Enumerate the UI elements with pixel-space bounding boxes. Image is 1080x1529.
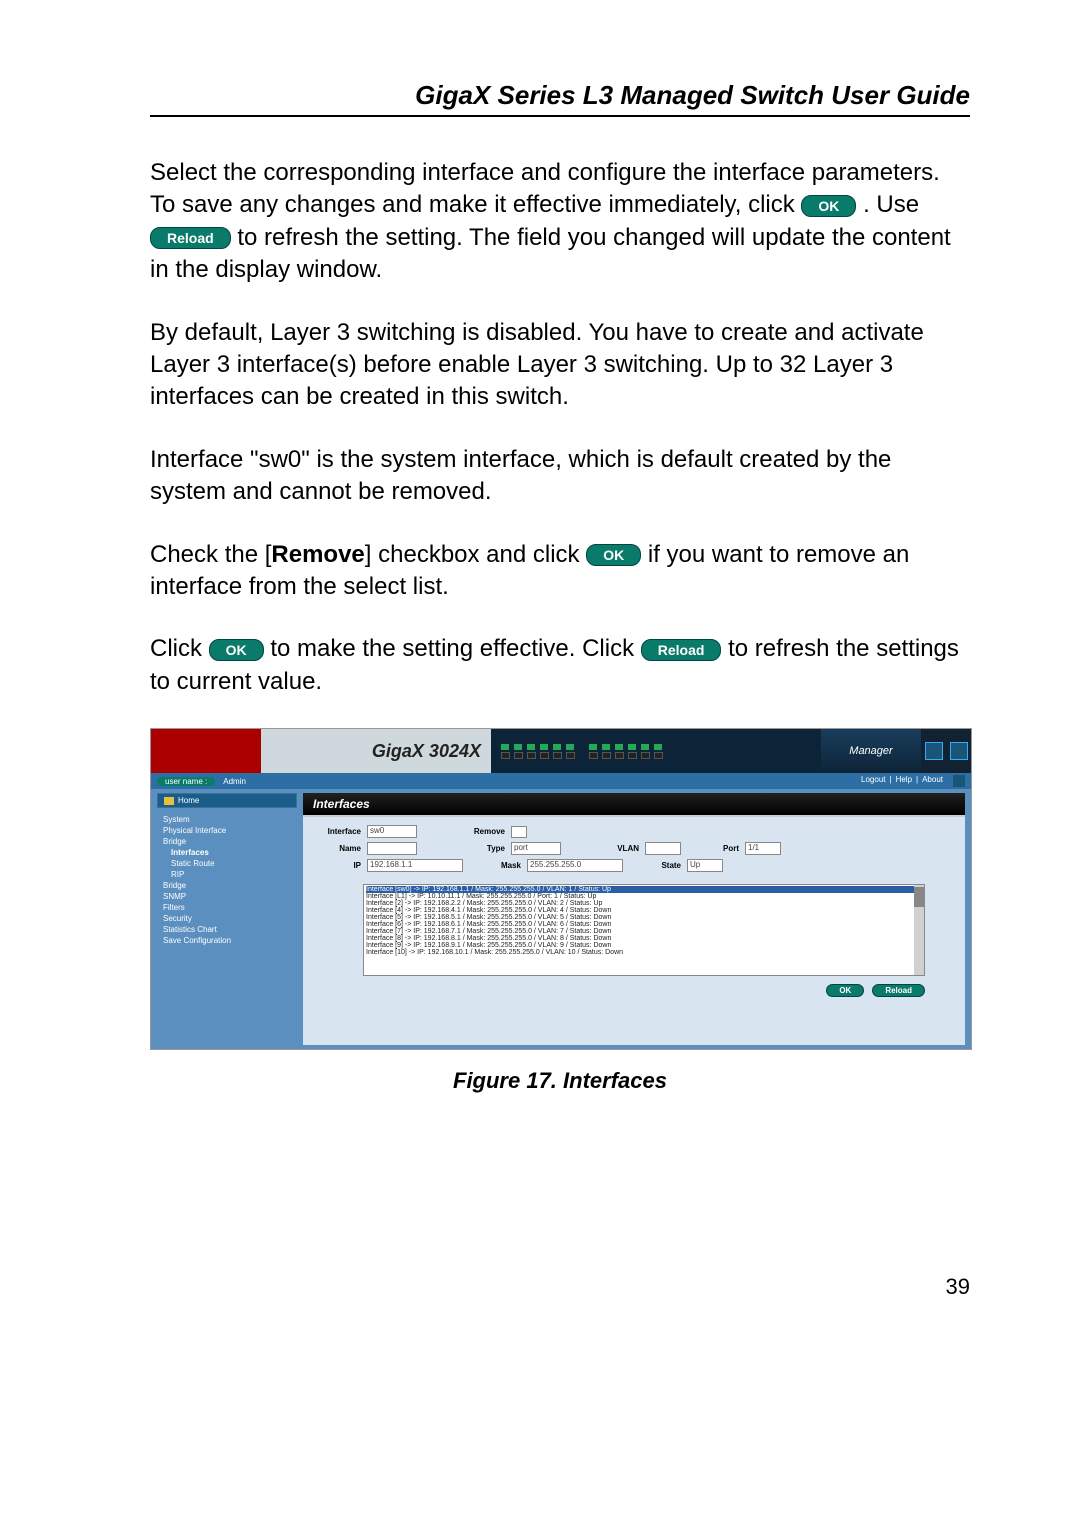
- state-select[interactable]: Up: [687, 859, 723, 872]
- port-select[interactable]: 1/1: [745, 842, 781, 855]
- nav-filters[interactable]: Filters: [157, 902, 297, 913]
- nav-save-configuration[interactable]: Save Configuration: [157, 935, 297, 946]
- logout-link[interactable]: Logout: [861, 775, 885, 787]
- brand-label: GigaX 3024X: [261, 729, 491, 773]
- top-right-icons: [921, 729, 971, 773]
- ok-button-inline-3: OK: [209, 639, 264, 661]
- port-indicator-panel: [491, 729, 821, 773]
- content-panel: Interfaces Interface sw0 Remove Name Typ…: [303, 793, 965, 1045]
- list-item[interactable]: Interface [2] -> IP: 192.168.2.2 / Mask:…: [366, 900, 922, 907]
- text: to make the setting effective. Click: [270, 635, 640, 662]
- nav-system[interactable]: System: [157, 814, 297, 825]
- text: Click: [150, 635, 209, 662]
- device-thumbnail: [151, 729, 261, 773]
- reload-button-inline-1: Reload: [150, 227, 231, 249]
- sidebar: Home System Physical Interface Bridge In…: [151, 789, 303, 1049]
- list-item[interactable]: Interface [6] -> IP: 192.168.6.1 / Mask:…: [366, 921, 922, 928]
- list-item[interactable]: Interface [8] -> IP: 192.168.8.1 / Mask:…: [366, 935, 922, 942]
- page-number: 39: [150, 1274, 970, 1300]
- paragraph-3: Interface "sw0" is the system interface,…: [150, 444, 970, 509]
- interface-select[interactable]: sw0: [367, 825, 417, 838]
- text: to refresh the setting. The field you ch…: [150, 224, 951, 283]
- list-item[interactable]: Interface [L1] -> IP: 10.10.11.1 / Mask:…: [366, 893, 922, 900]
- list-item[interactable]: Interface [10] -> IP: 192.168.10.1 / Mas…: [366, 949, 922, 956]
- paragraph-4: Check the [Remove] checkbox and click OK…: [150, 539, 970, 604]
- list-item[interactable]: Interface [9] -> IP: 192.168.9.1 / Mask:…: [366, 942, 922, 949]
- text: ] checkbox and click: [365, 541, 586, 568]
- state-label: State: [645, 861, 681, 870]
- remove-checkbox[interactable]: [511, 826, 527, 838]
- user-label: user name :: [157, 777, 215, 786]
- ok-button[interactable]: OK: [826, 984, 864, 997]
- about-link[interactable]: About: [922, 775, 943, 787]
- interface-label: Interface: [313, 827, 361, 836]
- ok-button-inline-2: OK: [586, 544, 641, 566]
- remove-bold: Remove: [271, 541, 364, 568]
- paragraph-5: Click OK to make the setting effective. …: [150, 633, 970, 698]
- nav-interfaces[interactable]: Interfaces: [157, 847, 297, 858]
- type-label: Type: [469, 844, 505, 853]
- mask-input[interactable]: 255.255.255.0: [527, 859, 623, 872]
- home-label: Home: [178, 796, 199, 805]
- folder-icon: [164, 797, 174, 805]
- reload-button-inline-2: Reload: [641, 639, 722, 661]
- user-value: Admin: [223, 777, 246, 786]
- screenshot-topbar: GigaX 3024X Manager: [151, 729, 971, 773]
- list-item[interactable]: Interface [7] -> IP: 192.168.7.1 / Mask:…: [366, 928, 922, 935]
- nav-rip[interactable]: RIP: [157, 869, 297, 880]
- type-select[interactable]: port: [511, 842, 561, 855]
- nav-physical-interface[interactable]: Physical Interface: [157, 825, 297, 836]
- sidebar-home[interactable]: Home: [157, 793, 297, 808]
- refresh-icon[interactable]: [950, 742, 968, 760]
- vlan-input[interactable]: [645, 842, 681, 855]
- nav-security[interactable]: Security: [157, 913, 297, 924]
- scrollbar[interactable]: [914, 885, 924, 975]
- reload-button[interactable]: Reload: [872, 984, 925, 997]
- mask-label: Mask: [485, 861, 521, 870]
- collapse-icon[interactable]: [953, 775, 965, 787]
- paragraph-1: Select the corresponding interface and c…: [150, 157, 970, 287]
- interfaces-screenshot: GigaX 3024X Manager: [150, 728, 972, 1050]
- manager-label: Manager: [821, 729, 921, 773]
- nav-snmp[interactable]: SNMP: [157, 891, 297, 902]
- name-label: Name: [313, 844, 361, 853]
- name-input[interactable]: [367, 842, 417, 855]
- top-nav-links: Logout | Help | About: [861, 775, 965, 787]
- page-header: GigaX Series L3 Managed Switch User Guid…: [150, 80, 970, 117]
- port-label: Port: [713, 844, 739, 853]
- list-item[interactable]: Interface [5] -> IP: 192.168.5.1 / Mask:…: [366, 914, 922, 921]
- interfaces-listbox[interactable]: Interface [sw0] -> IP: 192.168.1.1 / Mas…: [363, 884, 925, 976]
- nav-statistics-chart[interactable]: Statistics Chart: [157, 924, 297, 935]
- user-bar: user name : Admin Logout | Help | About: [151, 773, 971, 789]
- help-link[interactable]: Help: [896, 775, 912, 787]
- nav-bridge[interactable]: Bridge: [157, 836, 297, 847]
- paragraph-2: By default, Layer 3 switching is disable…: [150, 317, 970, 414]
- panel-title: Interfaces: [303, 793, 965, 817]
- text: . Use: [863, 191, 919, 218]
- text: Check the [: [150, 541, 271, 568]
- remove-label: Remove: [469, 827, 505, 836]
- nav-static-route[interactable]: Static Route: [157, 858, 297, 869]
- ip-input[interactable]: 192.168.1.1: [367, 859, 463, 872]
- save-icon[interactable]: [925, 742, 943, 760]
- ok-button-inline-1: OK: [801, 195, 856, 217]
- list-item[interactable]: Interface [sw0] -> IP: 192.168.1.1 / Mas…: [366, 886, 922, 893]
- nav-bridge-2[interactable]: Bridge: [157, 880, 297, 891]
- ip-label: IP: [313, 861, 361, 870]
- list-item[interactable]: Interface [4] -> IP: 192.168.4.1 / Mask:…: [366, 907, 922, 914]
- interface-form: Interface sw0 Remove Name Type port VLAN: [303, 817, 965, 880]
- header-title: GigaX Series L3 Managed Switch User Guid…: [415, 80, 970, 110]
- figure-caption: Figure 17. Interfaces: [150, 1068, 970, 1094]
- vlan-label: VLAN: [603, 844, 639, 853]
